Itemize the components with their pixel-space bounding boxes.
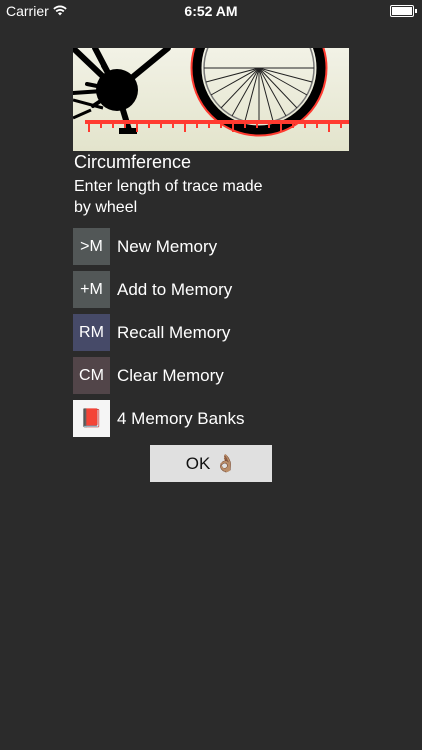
memory-banks-item[interactable]: 📕 4 Memory Banks xyxy=(73,397,245,440)
ok-button[interactable]: OK 👌🏽 xyxy=(150,445,272,482)
recall-memory-item[interactable]: RM Recall Memory xyxy=(73,311,245,354)
memory-menu: >M New Memory +M Add to Memory RM Recall… xyxy=(73,225,245,440)
clear-memory-label[interactable]: Clear Memory xyxy=(117,366,224,386)
book-icon[interactable]: 📕 xyxy=(73,400,110,437)
status-time: 6:52 AM xyxy=(184,3,238,19)
new-memory-label[interactable]: New Memory xyxy=(117,237,217,257)
new-memory-item[interactable]: >M New Memory xyxy=(73,225,245,268)
memory-banks-label[interactable]: 4 Memory Banks xyxy=(117,409,245,429)
status-bar: Carrier 6:52 AM xyxy=(0,0,422,22)
clear-memory-item[interactable]: CM Clear Memory xyxy=(73,354,245,397)
clear-memory-icon[interactable]: CM xyxy=(73,357,110,394)
battery-icon xyxy=(390,5,417,17)
new-memory-icon[interactable]: >M xyxy=(73,228,110,265)
add-to-memory-item[interactable]: +M Add to Memory xyxy=(73,268,245,311)
instruction-text: Enter length of trace made by wheel xyxy=(74,178,263,216)
recall-memory-label[interactable]: Recall Memory xyxy=(117,323,230,343)
bicycle-wheel-illustration xyxy=(73,48,349,151)
page-title: Circumference xyxy=(74,152,192,172)
add-to-memory-icon[interactable]: +M xyxy=(73,271,110,308)
add-to-memory-label[interactable]: Add to Memory xyxy=(117,280,232,300)
recall-memory-icon[interactable]: RM xyxy=(73,314,110,351)
